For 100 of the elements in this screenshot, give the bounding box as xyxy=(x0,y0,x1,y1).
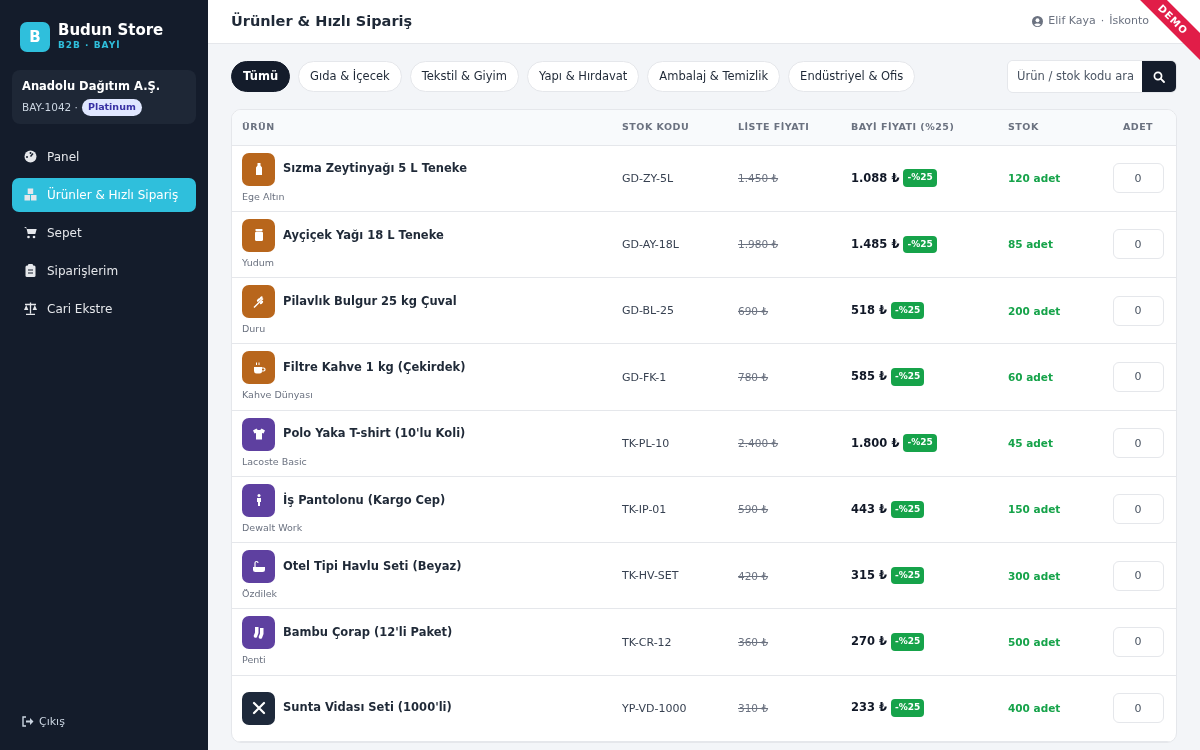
column-header: STOK xyxy=(1008,121,1039,133)
search-button[interactable] xyxy=(1142,61,1176,93)
list-price: 310 ₺ xyxy=(738,702,769,714)
dealer-price: 1.088 ₺ xyxy=(851,169,900,187)
discount-badge: -%25 xyxy=(891,633,925,651)
shirt-icon xyxy=(251,427,266,441)
discount-badge: -%25 xyxy=(903,169,937,187)
stock-code: TK-IP-01 xyxy=(622,503,667,517)
quantity-field[interactable]: 0 xyxy=(1112,494,1164,525)
brand-name: Budun Store xyxy=(58,22,164,39)
column-header: LİSTE FİYATI xyxy=(738,121,810,133)
list-price: 360 ₺ xyxy=(738,635,769,648)
socks-icon xyxy=(251,625,266,640)
stock-code: TK-PL-10 xyxy=(622,436,670,450)
sidebar-item[interactable]: Siparişlerim xyxy=(12,253,196,288)
discount-label: İskonto xyxy=(1109,13,1149,30)
bathtub-icon xyxy=(251,559,266,574)
discount-badge: -%25 xyxy=(891,500,925,519)
product-name: İş Pantolonu (Kargo Cep) xyxy=(283,491,446,509)
list-price: 1.450 ₺ xyxy=(738,172,779,185)
stock-code: GD-ZY-5L xyxy=(622,171,673,185)
stock-code: TK-CR-12 xyxy=(622,635,672,649)
tier-badge: Platinum xyxy=(81,99,142,116)
quantity-field[interactable]: 0 xyxy=(1112,428,1164,459)
dealer-price: 443 ₺ xyxy=(851,500,887,518)
product-brand: Penti xyxy=(242,653,267,668)
product-brand: Kahve Dünyası xyxy=(242,388,314,403)
sidebar-item[interactable]: Panel xyxy=(12,139,196,174)
list-price: 590 ₺ xyxy=(738,503,769,516)
page-title: Ürünler & Hızlı Sipariş xyxy=(231,11,413,31)
user-icon xyxy=(1032,16,1044,27)
category-tab[interactable]: Endüstriyel & Ofis xyxy=(788,61,916,93)
stock-code: TK-HV-SET xyxy=(622,569,679,583)
stock-code: YP-VD-1000 xyxy=(622,701,687,715)
category-tab[interactable]: Ambalaj & Temizlik xyxy=(647,61,781,93)
dealer-price: 1.800 ₺ xyxy=(851,434,900,452)
quantity-field[interactable]: 0 xyxy=(1112,560,1164,591)
product-brand: Ege Altın xyxy=(242,189,286,204)
clipboard-icon xyxy=(24,264,37,277)
column-header: ADET xyxy=(1122,121,1154,133)
sidebar-item[interactable]: Cari Ekstre xyxy=(12,291,196,326)
category-tab[interactable]: Gıda & İçecek xyxy=(298,61,402,93)
logo: B xyxy=(20,22,50,52)
cup-icon xyxy=(251,360,266,375)
stock-amount: 300 adet xyxy=(1008,569,1061,582)
separator: · xyxy=(1100,13,1105,30)
search-icon xyxy=(1153,70,1165,83)
discount-badge: -%25 xyxy=(903,235,937,254)
gauge-icon xyxy=(24,150,37,163)
column-header: BAYİ FİYATI (%25) xyxy=(851,121,955,133)
dealer-name: Anadolu Dağıtım A.Ş. xyxy=(22,78,162,95)
quantity-field[interactable]: 0 xyxy=(1112,361,1164,392)
discount-badge: -%25 xyxy=(891,699,925,717)
product-brand: Özdilek xyxy=(242,587,279,601)
cart-icon xyxy=(24,226,37,239)
category-tab[interactable]: Tekstil & Giyim xyxy=(409,61,519,93)
product-name: Sızma Zeytinyağı 5 L Teneke xyxy=(283,160,467,178)
list-price: 690 ₺ xyxy=(738,304,769,317)
discount-badge: -%25 xyxy=(891,566,925,585)
dealer-price: 1.485 ₺ xyxy=(851,235,900,253)
discount-badge: -%25 xyxy=(903,434,937,452)
product-name: Bambu Çorap (12'li Paket) xyxy=(283,624,453,642)
quantity-field[interactable]: 0 xyxy=(1112,229,1164,260)
list-price: 2.400 ₺ xyxy=(738,437,779,450)
category-tab[interactable]: Yapı & Hırdavat xyxy=(527,61,640,93)
category-tab[interactable]: Tümü xyxy=(231,61,291,93)
product-name: Ayçiçek Yağı 18 L Teneke xyxy=(283,226,444,244)
stock-amount: 85 adet xyxy=(1008,238,1053,251)
product-brand: Lacoste Basic xyxy=(242,454,308,469)
brand-subtitle: B2B · BAYİ xyxy=(58,38,122,52)
dealer-price: 315 ₺ xyxy=(851,567,887,584)
quantity-field[interactable]: 0 xyxy=(1112,626,1164,657)
stock-code: GD-AY-18L xyxy=(622,238,679,252)
product-name: Polo Yaka T-shirt (10'lu Koli) xyxy=(283,425,466,443)
quantity-field[interactable]: 0 xyxy=(1112,295,1164,326)
product-brand: Dewalt Work xyxy=(242,520,304,535)
dealer-price: 585 ₺ xyxy=(851,368,887,386)
logout-link[interactable]: Çıkış xyxy=(12,713,196,730)
stock-amount: 45 adet xyxy=(1008,437,1053,450)
dealer-price: 270 ₺ xyxy=(851,633,887,651)
column-header: ÜRÜN xyxy=(242,121,275,133)
quantity-field[interactable]: 0 xyxy=(1112,693,1164,723)
stock-amount: 120 adet xyxy=(1008,172,1061,185)
dealer-code: BAY-1042 · xyxy=(22,99,78,115)
discount-badge: -%25 xyxy=(891,301,925,320)
list-price: 780 ₺ xyxy=(738,370,769,383)
search-field[interactable]: Ürün / stok kodu ara xyxy=(1007,60,1177,94)
stock-amount: 200 adet xyxy=(1008,304,1061,317)
discount-badge: -%25 xyxy=(891,368,925,386)
list-price: 420 ₺ xyxy=(738,569,769,582)
sidebar-item[interactable]: Sepet xyxy=(12,215,196,250)
quantity-field[interactable]: 0 xyxy=(1112,163,1164,194)
dealer-price: 233 ₺ xyxy=(851,699,887,717)
stock-amount: 150 adet xyxy=(1008,503,1061,516)
stock-amount: 500 adet xyxy=(1008,635,1061,648)
stock-code: GD-BL-25 xyxy=(622,304,675,318)
list-price: 1.980 ₺ xyxy=(738,238,779,251)
stock-amount: 60 adet xyxy=(1008,370,1053,383)
boxes-icon xyxy=(24,188,37,201)
wheat-icon xyxy=(251,294,266,309)
